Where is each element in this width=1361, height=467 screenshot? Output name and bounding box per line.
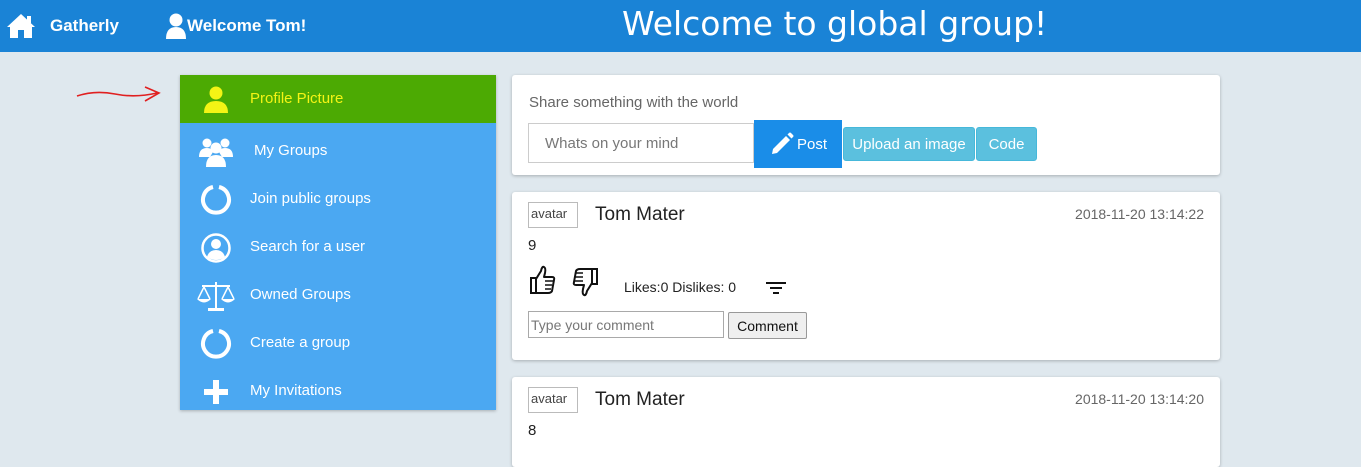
sidebar-item-label: Search for a user: [250, 238, 366, 255]
sidebar-item-label: My Groups: [254, 142, 328, 159]
welcome-user-link[interactable]: Welcome Tom!: [165, 8, 306, 44]
sidebar-item-my-groups[interactable]: My Groups: [180, 127, 496, 175]
post-timestamp: 2018-11-20 13:14:22: [1075, 206, 1204, 222]
user-circle-icon: [194, 231, 238, 265]
avatar: avatar: [528, 202, 578, 228]
sidebar-item-my-invitations[interactable]: My Invitations: [180, 367, 496, 415]
upload-image-button[interactable]: Upload an image: [843, 127, 975, 161]
post-author: Tom Mater: [595, 389, 685, 410]
thumbs-up-icon[interactable]: [528, 264, 556, 296]
post-button[interactable]: Post: [754, 120, 842, 168]
ring-icon: [194, 327, 238, 361]
sidebar-item-profile-picture[interactable]: Profile Picture: [180, 75, 496, 123]
post-card: avatar Tom Mater 2018-11-20 13:14:20 8: [512, 377, 1220, 467]
comment-button[interactable]: Comment: [728, 312, 807, 339]
sidebar-item-label: Join public groups: [250, 190, 371, 207]
avatar: avatar: [528, 387, 578, 413]
person-icon: [194, 83, 238, 117]
brand-name: Gatherly: [50, 16, 119, 35]
post-author: Tom Mater: [595, 204, 685, 225]
sidebar-item-label: Create a group: [250, 334, 351, 351]
post-button-label: Post: [796, 135, 827, 153]
sidebar-item-search-user[interactable]: Search for a user: [180, 223, 496, 271]
welcome-text: Welcome Tom!: [187, 16, 307, 35]
post-card: avatar Tom Mater 2018-11-20 13:14:22 9 L…: [512, 192, 1220, 360]
ring-icon: [194, 183, 238, 217]
sidebar-item-label: Profile Picture: [250, 90, 344, 107]
pencil-icon: [771, 132, 794, 154]
sidebar-item-join-public-groups[interactable]: Join public groups: [180, 175, 496, 223]
share-card: Share something with the world Post Uplo…: [512, 75, 1220, 175]
comment-input[interactable]: [528, 311, 724, 338]
group-icon: [194, 135, 238, 169]
post-input[interactable]: [528, 123, 754, 163]
home-icon: [7, 14, 35, 38]
plus-icon: [194, 375, 238, 409]
post-timestamp: 2018-11-20 13:14:20: [1075, 391, 1204, 407]
like-dislike-counts: Likes:0 Dislikes: 0: [624, 279, 737, 295]
sidebar-item-label: My Invitations: [250, 382, 342, 399]
user-icon: [166, 13, 186, 39]
arrow-annotation-icon: [76, 86, 161, 102]
sidebar-item-owned-groups[interactable]: Owned Groups: [180, 271, 496, 319]
post-body: 9: [528, 237, 537, 254]
filter-icon[interactable]: [764, 279, 788, 297]
scale-icon: [194, 279, 238, 313]
code-button[interactable]: Code: [976, 127, 1037, 161]
share-label: Share something with the world: [529, 94, 739, 111]
thumbs-down-icon[interactable]: [572, 266, 600, 298]
sidebar-menu: Profile Picture My Groups Join public gr…: [180, 75, 496, 410]
brand-home-link[interactable]: Gatherly: [6, 8, 119, 44]
sidebar-item-create-group[interactable]: Create a group: [180, 319, 496, 367]
page-title: Welcome to global group!: [622, 4, 1048, 43]
top-navbar: Gatherly Welcome Tom! Welcome to global …: [0, 0, 1361, 52]
sidebar-item-label: Owned Groups: [250, 286, 351, 303]
post-body: 8: [528, 422, 537, 439]
